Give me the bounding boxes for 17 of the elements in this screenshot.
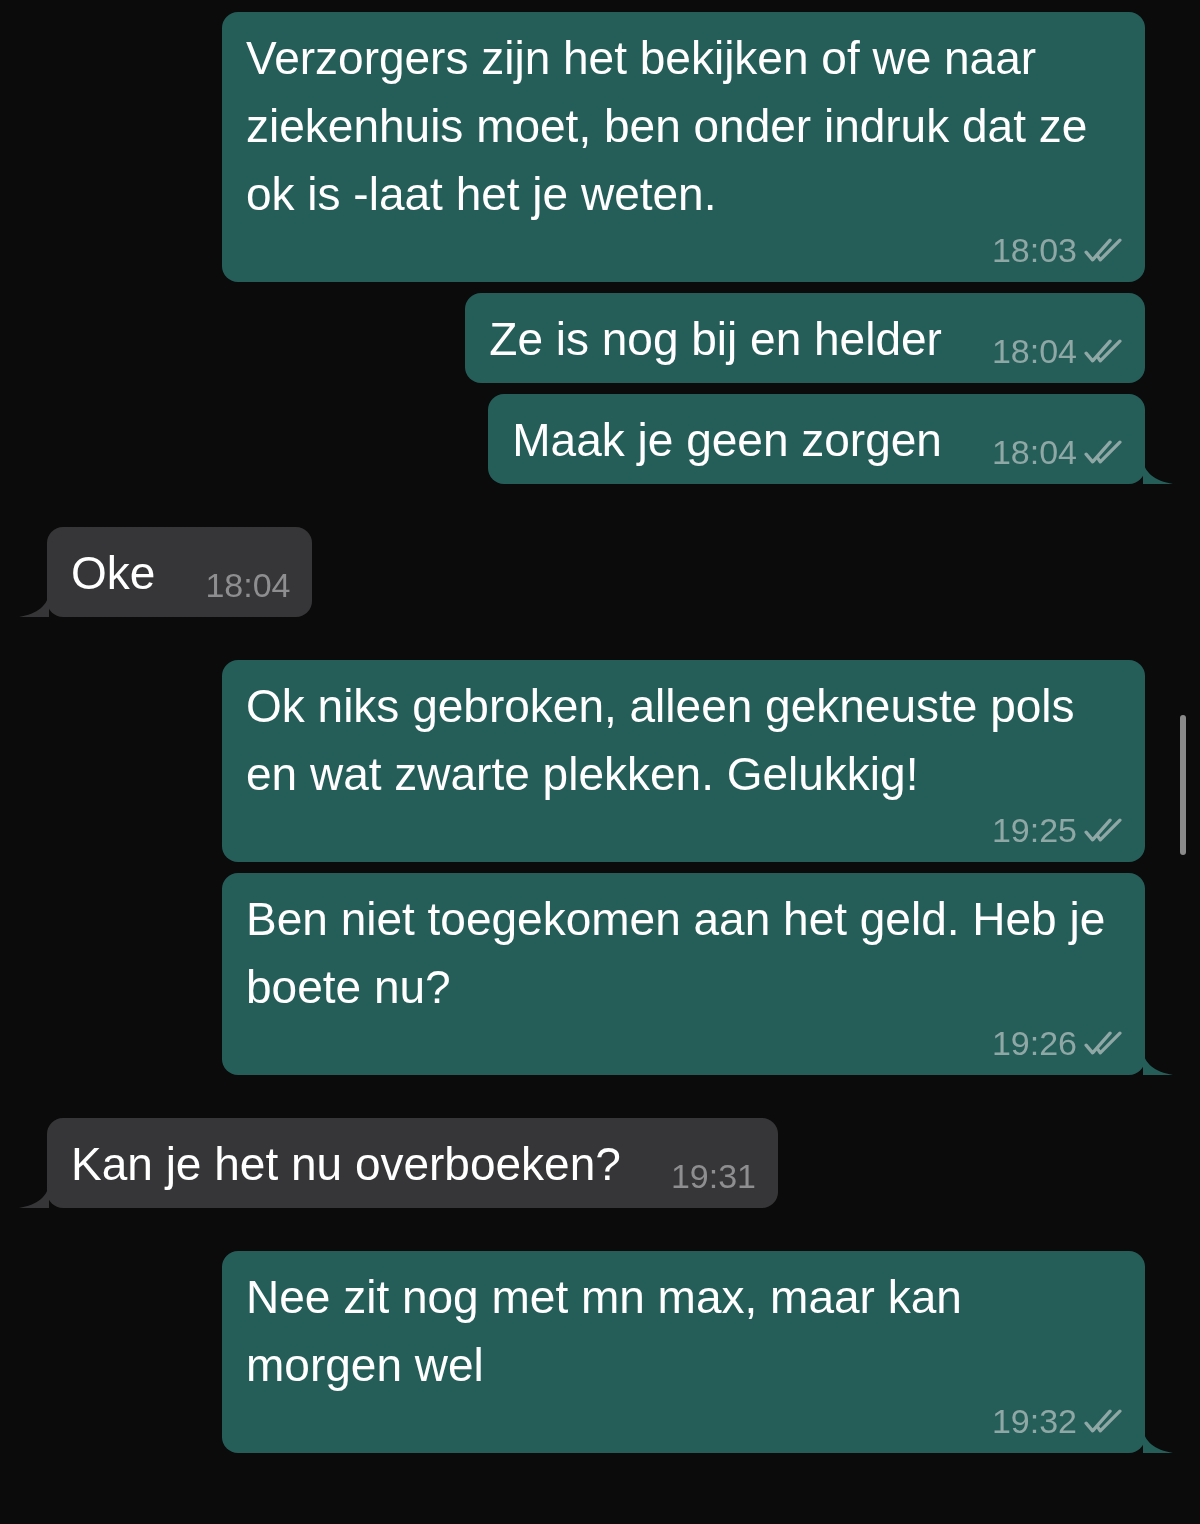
message-time: 19:31 xyxy=(670,1156,756,1197)
message-time: 19:32 xyxy=(991,1401,1077,1442)
scrollbar-thumb[interactable] xyxy=(1180,715,1186,855)
message-time: 18:04 xyxy=(205,565,291,606)
message-text: Ze is nog bij en helder xyxy=(489,312,942,367)
message-text: Oke xyxy=(71,546,156,601)
message-text: Ok niks gebroken, alleen gekneuste pols en wat zwarte plekken. Gelukkig! xyxy=(246,679,1076,802)
message-time: 19:25 xyxy=(991,810,1077,851)
message-text: Kan je het nu overboeken? xyxy=(71,1137,621,1192)
message-text: Maak je geen zorgen xyxy=(512,413,942,468)
message-text: Ben niet toegekomen aan het geld. Heb je boete nu? xyxy=(246,892,1106,1015)
message-time: 19:26 xyxy=(991,1023,1077,1064)
message-text: Nee zit nog met mn max, maar kan morgen wel xyxy=(246,1270,963,1393)
message-time: 18:04 xyxy=(991,331,1077,372)
message-text: Verzorgers zijn het bekijken of we naar ziekenhuis moet, ben onder indruk dat ze ok is -laat het je weten. xyxy=(246,31,1089,222)
message-time: 18:04 xyxy=(991,432,1077,473)
message-time: 18:03 xyxy=(991,230,1077,271)
